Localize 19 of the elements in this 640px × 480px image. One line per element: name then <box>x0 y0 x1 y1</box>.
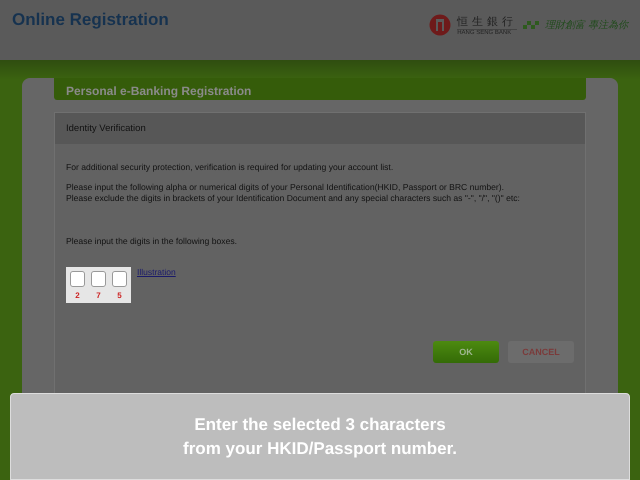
digit-position: 2 <box>75 291 80 300</box>
section-title: Identity Verification <box>66 123 146 134</box>
hint-text: Enter the selected 3 characters from your HKID/Passport number. <box>183 414 457 460</box>
bank-logo-icon <box>429 14 452 36</box>
squares-icon <box>523 20 540 30</box>
digit-input-field[interactable] <box>112 271 127 287</box>
instruction-text: For additional security protection, verification is required for updating your account list. <box>66 162 394 173</box>
digit-position: 5 <box>117 291 122 300</box>
bank-slogan: 理財創富 專注為你 <box>545 18 628 32</box>
bank-name-chinese: 恒生銀行 <box>457 15 518 29</box>
ok-button[interactable]: OK <box>433 341 499 363</box>
illustration-link[interactable]: Illustration <box>137 267 176 277</box>
digit-position: 7 <box>96 291 101 300</box>
digit-input-field[interactable] <box>91 271 106 287</box>
digit-input-field[interactable] <box>70 271 85 287</box>
instruction-text: Please input the following alpha or numerical digits of your Personal Identification(HKID, Passport or BRC number). Please exclude the digits in brackets of your Identification Document and any special characters such as "-", "/", "()" etc: <box>66 182 521 204</box>
registration-title: Personal e-Banking Registration <box>66 84 252 98</box>
page-header-title: Online Registration <box>12 10 169 30</box>
instruction-text: Please input the digits in the following boxes. <box>66 236 238 247</box>
